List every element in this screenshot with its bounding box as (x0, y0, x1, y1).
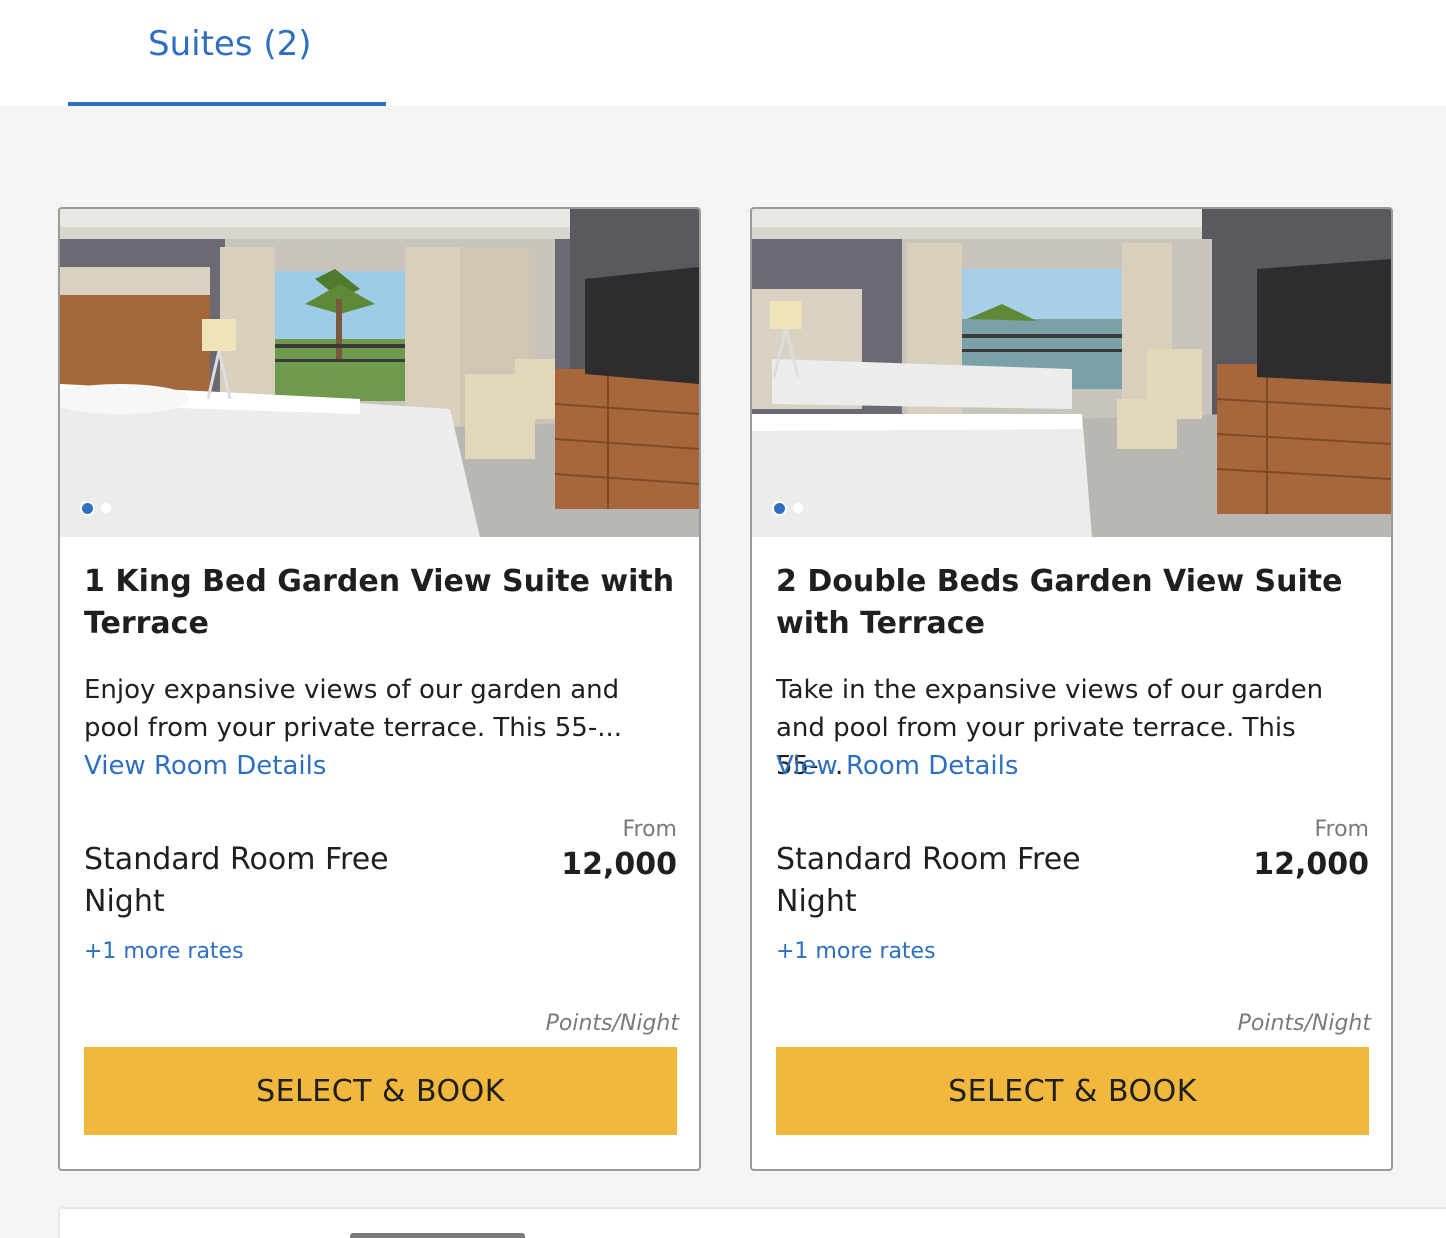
tab-suites-label: Suites (2) (148, 24, 312, 64)
carousel-dot[interactable] (101, 503, 111, 513)
rate-name: Standard Room Free Night (776, 842, 1081, 919)
view-room-details-link[interactable]: View Room Details (776, 747, 1018, 785)
view-room-details-link[interactable]: View Room Details (84, 747, 326, 785)
more-rates-link[interactable]: +1 more rates (776, 939, 936, 964)
from-label: From (1314, 817, 1369, 842)
select-and-book-button[interactable]: SELECT & BOOK (776, 1047, 1369, 1135)
active-tab-indicator (68, 102, 386, 106)
price-unit: Points/Night (545, 1011, 679, 1036)
next-room-card-partial (58, 1207, 1446, 1238)
rate-name: Standard Room Free Night (84, 842, 389, 919)
price-points: 12,000 (1253, 847, 1369, 882)
carousel-dot-active[interactable] (772, 500, 787, 516)
carousel-dots (772, 499, 803, 517)
room-photo-illustration (60, 209, 699, 537)
room-photo[interactable] (60, 209, 699, 537)
carousel-dot[interactable] (793, 503, 803, 513)
room-card: 2 Double Beds Garden View Suite with Ter… (750, 207, 1393, 1171)
room-photo[interactable] (752, 209, 1391, 537)
room-description: Enjoy expansive views of our garden and … (84, 675, 623, 743)
select-and-book-button[interactable]: SELECT & BOOK (84, 1047, 677, 1135)
tab-suites[interactable]: Suites (2) (68, 0, 386, 106)
price-unit: Points/Night (1237, 1011, 1371, 1036)
room-photo-illustration (752, 209, 1391, 537)
room-card: 1 King Bed Garden View Suite with Terrac… (58, 207, 701, 1171)
price-points: 12,000 (561, 847, 677, 882)
carousel-dots (80, 499, 111, 517)
more-rates-link[interactable]: +1 more rates (84, 939, 244, 964)
from-label: From (622, 817, 677, 842)
room-title: 1 King Bed Garden View Suite with Terrac… (84, 564, 675, 641)
carousel-dot-active[interactable] (80, 500, 95, 516)
next-room-photo-partial (350, 1233, 525, 1238)
room-type-tabbar: Suites (2) (0, 0, 1446, 106)
room-title: 2 Double Beds Garden View Suite with Ter… (776, 564, 1343, 641)
